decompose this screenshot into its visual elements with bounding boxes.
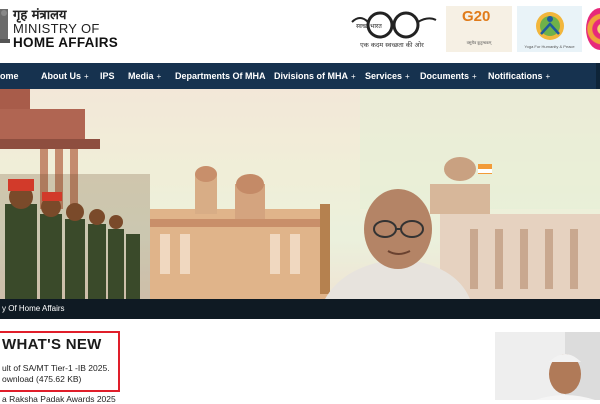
partner-logo-icon[interactable]	[586, 8, 600, 50]
swachh-tagline: एक कदम स्वच्छता की ओर	[360, 41, 424, 49]
nav-notifications[interactable]: Notifications +	[488, 63, 550, 89]
nav-edge	[596, 63, 600, 89]
yoga-tagline: Yoga For Humanity & Peace	[524, 44, 575, 49]
nav-media[interactable]: Media +	[128, 63, 161, 89]
nav-services-label: Services	[365, 71, 403, 81]
g20-logo-text: G20	[462, 8, 491, 25]
submenu-plus-icon: +	[84, 72, 89, 81]
nav-media-label: Media	[128, 71, 154, 81]
nav-documents-label: Documents	[420, 71, 470, 81]
banner-caption: y Of Home Affairs	[2, 304, 65, 313]
swachh-label: स्वच्छ भारत	[356, 23, 382, 30]
nav-documents[interactable]: Documents +	[420, 63, 477, 89]
banner-illustration	[0, 89, 600, 299]
nav-notifications-label: Notifications	[488, 71, 543, 81]
ministry-name-line1: MINISTRY OF	[13, 21, 100, 36]
nav-home[interactable]: ome	[0, 63, 19, 89]
national-emblem-icon[interactable]	[0, 3, 12, 55]
nav-departments-label: Departments Of MHA	[175, 71, 266, 81]
main-navigation: ome About Us + IPS Media + Departments Of …	[0, 63, 600, 89]
portrait-image	[495, 332, 600, 400]
submenu-plus-icon: +	[472, 72, 477, 81]
hero-banner[interactable]	[0, 89, 600, 299]
site-header: गृह मंत्रालय MINISTRY OF HOME AFFAIRS स्…	[0, 0, 600, 63]
nav-about-us[interactable]: About Us +	[41, 63, 89, 89]
whats-new-title: WHAT'S NEW	[2, 336, 102, 353]
g20-tagline: वसुधैव कुटुम्बकम्	[466, 40, 492, 45]
news-item-link[interactable]: a Raksha Padak Awards 2025	[2, 394, 116, 404]
submenu-plus-icon: +	[156, 72, 162, 81]
banner-caption-bar	[0, 299, 600, 319]
nav-departments[interactable]: Departments Of MHA	[175, 63, 266, 89]
submenu-plus-icon: +	[545, 72, 551, 81]
nav-ips[interactable]: IPS	[100, 63, 115, 89]
minister-photo	[495, 332, 600, 400]
nav-ips-label: IPS	[100, 71, 115, 81]
soldiers-parade-icon	[0, 174, 150, 299]
nav-services[interactable]: Services +	[365, 63, 410, 89]
ministry-name-line2: HOME AFFAIRS	[13, 35, 119, 50]
nav-about-us-label: About Us	[41, 71, 81, 81]
submenu-plus-icon: +	[351, 72, 356, 81]
news-item-link[interactable]: ult of SA/MT Tier-1 -IB 2025.	[2, 363, 110, 373]
submenu-plus-icon: +	[405, 72, 410, 81]
news-item-download-link[interactable]: ownload (475.62 KB)	[2, 374, 81, 384]
nav-divisions[interactable]: Divisions of MHA +	[274, 63, 356, 89]
nav-home-label: ome	[0, 71, 19, 81]
nav-divisions-label: Divisions of MHA	[274, 71, 349, 81]
